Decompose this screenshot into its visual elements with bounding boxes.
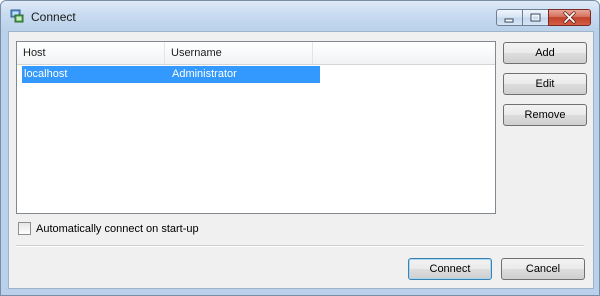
connection-list[interactable]: Host Username localhost Administrator (16, 41, 496, 214)
close-button[interactable] (548, 9, 591, 26)
connect-button[interactable]: Connect (408, 258, 492, 280)
auto-connect-checkbox[interactable] (18, 222, 31, 235)
minimize-icon (504, 18, 514, 23)
cell-username: Administrator (172, 68, 237, 80)
separator (16, 245, 584, 247)
window-title: Connect (31, 10, 76, 24)
connect-app-icon (10, 9, 24, 23)
maximize-button[interactable] (522, 9, 548, 26)
auto-connect-label[interactable]: Automatically connect on start-up (36, 222, 199, 236)
remove-button[interactable]: Remove (503, 104, 587, 126)
dialog-client-area: Host Username localhost Administrator Ad… (8, 31, 594, 289)
title-bar[interactable]: Connect (1, 1, 599, 31)
caption-buttons (496, 9, 591, 26)
edit-button[interactable]: Edit (503, 73, 587, 95)
column-header-username[interactable]: Username (165, 42, 313, 64)
add-button[interactable]: Add (503, 42, 587, 64)
column-header-host[interactable]: Host (17, 42, 165, 64)
cancel-button[interactable]: Cancel (501, 258, 585, 280)
minimize-button[interactable] (496, 9, 522, 26)
cell-host: localhost (24, 68, 68, 80)
list-header: Host Username (17, 42, 495, 65)
close-icon (563, 11, 576, 24)
connect-dialog: Connect Host Username localhost Administ… (0, 0, 600, 296)
maximize-icon (530, 13, 541, 22)
list-item[interactable]: localhost Administrator (22, 66, 320, 83)
